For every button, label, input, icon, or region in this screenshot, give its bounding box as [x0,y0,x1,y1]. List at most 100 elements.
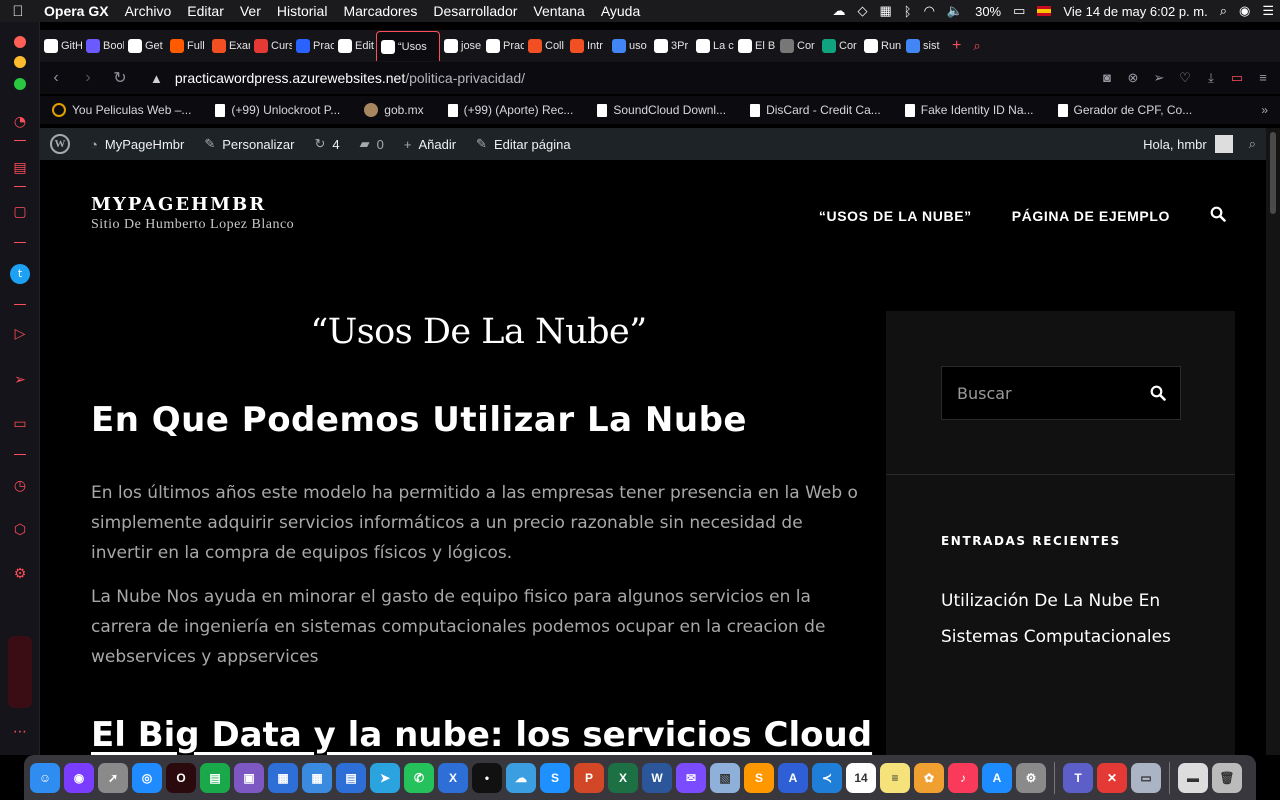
apple-menu-icon[interactable]:  [0,3,36,20]
battery-saver-icon[interactable]: ▭ [1228,70,1246,86]
dock-powerpoint-icon[interactable]: P [574,762,604,793]
bookmark-item[interactable]: DisCard - Credit Ca... [738,103,893,117]
twitch-icon[interactable]: ▢ [10,202,30,222]
dock-trash-icon[interactable]: 🗑 [1212,762,1242,793]
tab[interactable]: Get [124,31,166,61]
spotlight-icon[interactable]: ⌕ [1214,3,1233,19]
tab[interactable]: GitH [40,31,82,61]
download-icon[interactable]: ⤓ [1202,70,1220,86]
flag-icon[interactable] [1031,4,1057,19]
dock-launchpad-icon[interactable]: ➚ [98,762,128,793]
page-scrollbar[interactable] [1266,128,1280,755]
dock-remote-app-icon[interactable]: ✕ [1097,762,1127,793]
gx-limiters-panel[interactable] [8,636,32,708]
article-subheading-link[interactable]: El Big Data y la nube: los servicios Clo… [91,715,872,755]
twitter-icon[interactable]: t [10,264,30,284]
dock-app-blue-1-icon[interactable]: ▦ [268,762,298,793]
dock-disk-utility-icon[interactable]: ▭ [1131,762,1161,793]
wallet-icon[interactable]: ▭ [10,414,30,434]
wp-edit-page-link[interactable]: ✎ Editar página [466,136,581,152]
player-icon[interactable]: ▷ [10,324,30,344]
menu-historial[interactable]: Historial [269,3,336,19]
dock-cloud-app-icon[interactable]: ☁ [506,762,536,793]
bookmark-item[interactable]: gob.mx [352,103,435,117]
tab[interactable]: jose [440,31,482,61]
tab[interactable]: Intr [566,31,608,61]
reload-button[interactable]: ↻ [104,68,136,88]
dock-x-app-icon[interactable]: X [438,762,468,793]
site-title[interactable]: MYPAGEHMBR [91,194,294,215]
wp-updates-link[interactable]: ↻ 4 [305,136,350,152]
send-icon[interactable]: ➢ [10,370,30,390]
dock-notes-icon[interactable]: ≡ [880,762,910,793]
dock-whatsapp-icon[interactable]: ✆ [404,762,434,793]
recent-post-link[interactable]: Utilización De La Nube En Sistemas Compu… [941,583,1201,655]
dock-siri-icon[interactable]: ◉ [64,762,94,793]
grid-icon[interactable]: ▦ [873,3,897,19]
dock-photos-icon[interactable]: ✿ [914,762,944,793]
tab[interactable]: Cor [776,31,818,61]
dock-sublime-icon[interactable]: S [744,762,774,793]
tab[interactable]: Prac [482,31,524,61]
wp-customize-link[interactable]: ✎ Personalizar [194,136,304,152]
menu-ver[interactable]: Ver [232,3,269,19]
tab[interactable]: 3Pr [650,31,692,61]
app-menu[interactable]: Opera GX [36,3,117,19]
back-button[interactable]: ‹ [40,69,72,87]
menu-ayuda[interactable]: Ayuda [593,3,648,19]
clock[interactable]: Vie 14 de may 6:02 p. m. [1057,4,1213,19]
dock-app-store-icon[interactable]: A [982,762,1012,793]
menu-archivo[interactable]: Archivo [117,3,180,19]
wp-greeting[interactable]: Hola, hmbr [1143,137,1207,152]
settings-icon[interactable]: ⚙ [10,564,30,584]
dock-word-icon[interactable]: W [642,762,672,793]
close-window-button[interactable] [14,36,26,48]
search-submit-button[interactable] [1148,383,1168,403]
history-icon[interactable]: ◷ [10,476,30,496]
tab-active[interactable]: “Usos [376,31,440,61]
dock-app-purple-icon[interactable]: ▣ [234,762,264,793]
menu-desarrollador[interactable]: Desarrollador [425,3,525,19]
gx-control-icon[interactable]: ◔ [10,112,30,132]
cloud-icon[interactable]: ☁ [826,3,851,19]
dock-telegram-icon[interactable]: ➤ [370,762,400,793]
siri-icon[interactable]: ◉ [1233,3,1256,19]
tab[interactable]: Full [166,31,208,61]
dock-finder-icon[interactable]: ☺ [30,762,60,793]
bookmark-heart-icon[interactable]: ♡ [1176,70,1194,86]
dock-vscode-icon[interactable]: ≺ [812,762,842,793]
tab[interactable]: Run [860,31,902,61]
battery-level[interactable]: 30% [969,4,1007,19]
dock-teams-icon[interactable]: T [1063,762,1093,793]
wp-comments-link[interactable]: ▰ 0 [350,136,394,152]
dock-downloads-stack-icon[interactable]: ▬ [1178,762,1208,793]
tab[interactable]: Bool [82,31,124,61]
wp-site-menu[interactable]: ◔ MyPageHmbr [80,137,194,152]
nav-item-pagina-de-ejemplo[interactable]: PÁGINA DE EJEMPLO [1012,208,1170,224]
gx-corner-icon[interactable]: ▤ [10,158,30,178]
dock-dark-app-icon[interactable]: • [472,762,502,793]
bookmark-item[interactable]: SoundCloud Downl... [585,103,738,117]
dock-opera-icon[interactable]: O [166,762,196,793]
search-input[interactable] [942,383,1132,403]
tab[interactable]: La c [692,31,734,61]
scrollbar-thumb[interactable] [1270,132,1276,214]
battery-icon[interactable]: ▭ [1007,3,1031,19]
nav-item-usos-de-la-nube[interactable]: “USOS DE LA NUBE” [819,208,972,224]
more-icon[interactable]: ⋯ [10,722,30,742]
avatar[interactable] [1214,135,1233,153]
site-search-icon[interactable] [1210,206,1226,225]
dock-app-blue-2-icon[interactable]: ▦ [302,762,332,793]
control-center-icon[interactable]: ☰ [1256,3,1280,19]
tab[interactable]: Coll [524,31,566,61]
wp-logo-menu[interactable]: W [40,134,80,154]
zoom-window-button[interactable] [14,78,26,90]
snapshot-icon[interactable]: ◙ [1098,70,1116,86]
dock-excel-icon[interactable]: X [608,762,638,793]
bookmark-item[interactable]: Gerador de CPF, Co... [1046,103,1205,117]
easy-setup-icon[interactable]: ≡ [1254,70,1272,86]
tab[interactable]: Cor [818,31,860,61]
menu-ventana[interactable]: Ventana [525,3,592,19]
wp-search-icon[interactable]: ⌕ [1249,136,1256,152]
bookmarks-overflow-icon[interactable]: » [1261,103,1280,117]
